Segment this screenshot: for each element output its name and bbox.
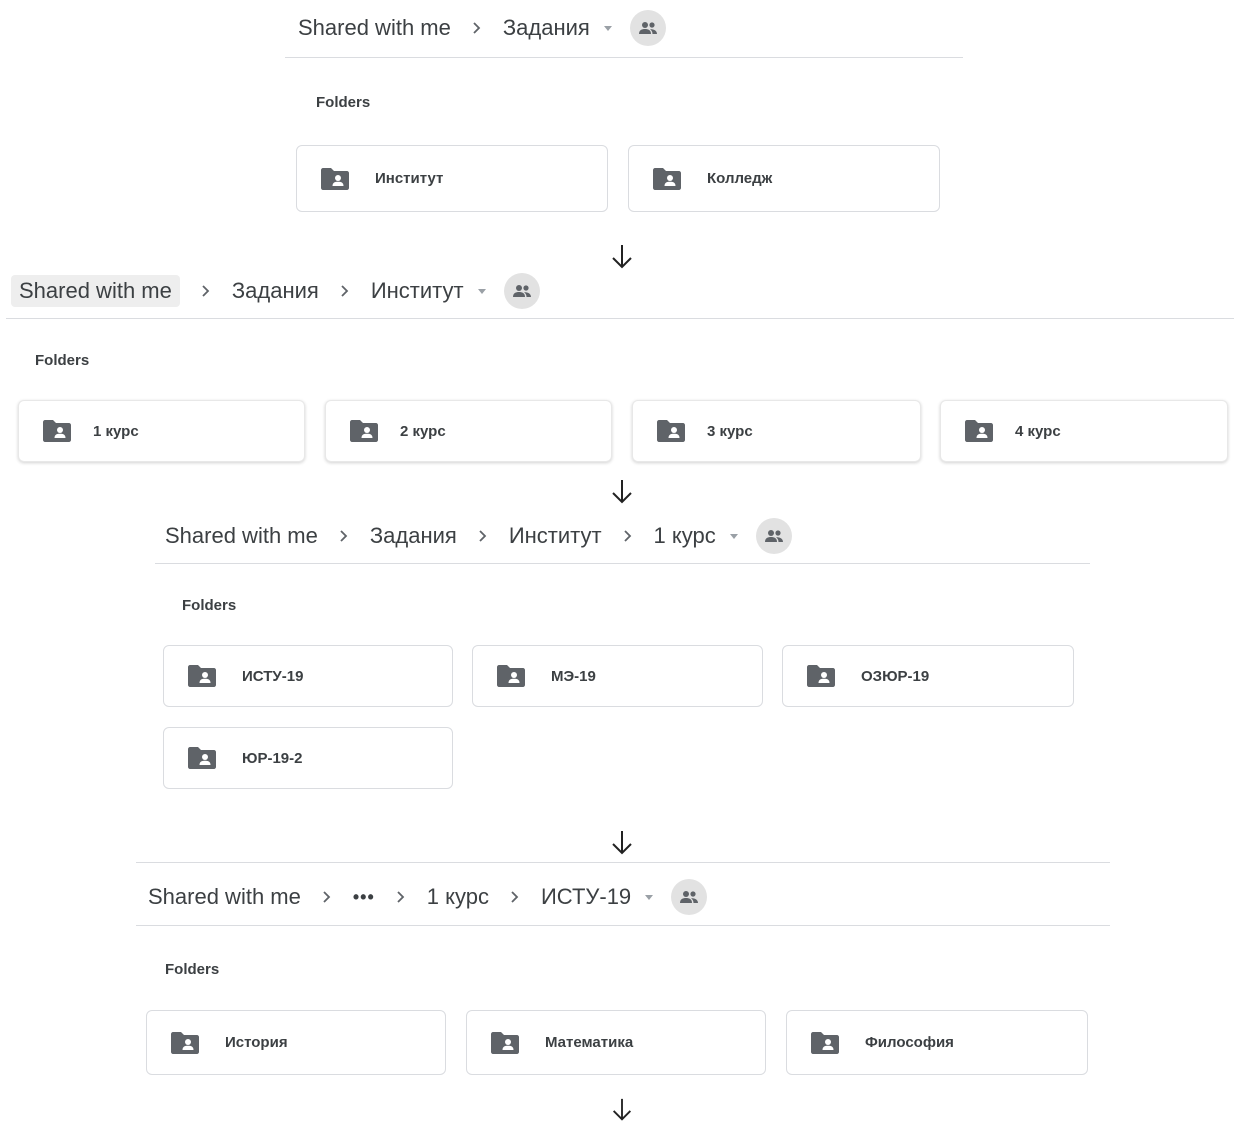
shared-folder-icon [497,665,525,687]
breadcrumb-item[interactable]: 1 курс [427,884,489,910]
shared-folder-icon [653,167,681,190]
shared-folder-icon [43,420,71,442]
breadcrumb: Shared with me Задания Институт 1 курс [165,518,792,554]
breadcrumb: Shared with me ••• 1 курс ИСТУ-19 [148,879,708,915]
shared-folder-icon [321,167,349,190]
folder-name: ЮР-19-2 [242,749,303,767]
breadcrumb-shared-with-me[interactable]: Shared with me [11,275,180,307]
folder-name: Институт [375,170,444,187]
chevron-right-icon [471,21,483,35]
folders-heading: Folders [182,597,237,614]
breadcrumb-current-folder[interactable]: Институт [371,278,464,304]
folder-card[interactable]: 1 курс [18,400,305,462]
dropdown-caret-icon[interactable] [477,288,486,294]
arrow-down-icon [612,480,632,504]
folder-name: История [225,1034,288,1051]
breadcrumb-current-folder[interactable]: ИСТУ-19 [541,884,631,910]
folder-card[interactable]: Математика [466,1010,766,1075]
breadcrumb-shared-with-me[interactable]: Shared with me [165,523,318,549]
shared-folder-icon [657,420,685,442]
folder-name: МЭ-19 [551,667,596,685]
folder-card[interactable]: Философия [786,1010,1088,1075]
dropdown-caret-icon[interactable] [645,894,654,900]
breadcrumb-item[interactable]: Институт [509,523,602,549]
breadcrumb-current-folder[interactable]: Задания [503,15,590,41]
arrow-down-icon [612,1098,632,1121]
folder-name: Философия [865,1034,954,1051]
breadcrumb-shared-with-me[interactable]: Shared with me [148,884,301,910]
folder-card[interactable]: 3 курс [632,400,921,462]
folder-name: 4 курс [1015,422,1061,440]
breadcrumb-current-folder[interactable]: 1 курс [654,523,716,549]
dropdown-caret-icon[interactable] [729,533,738,539]
breadcrumb: Shared with me Задания Институт [11,273,540,309]
chevron-right-icon [477,529,489,543]
folders-heading: Folders [316,94,371,111]
chevron-right-icon [338,529,350,543]
folder-card[interactable]: ИСТУ-19 [163,645,453,707]
people-icon[interactable] [671,879,708,915]
folder-card[interactable]: Колледж [628,145,940,212]
divider [155,563,1090,564]
shared-folder-icon [965,420,993,442]
chevron-right-icon [395,890,407,904]
people-icon[interactable] [629,10,666,46]
breadcrumb-item[interactable]: Задания [232,278,319,304]
folder-card[interactable]: ЮР-19-2 [163,727,453,789]
folder-name: ИСТУ-19 [242,667,304,685]
folder-name: 2 курс [400,422,446,440]
arrow-down-icon [612,831,632,855]
shared-folder-icon [811,1031,839,1054]
shared-folder-icon [491,1031,519,1054]
breadcrumb: Shared with me Задания [298,10,666,46]
divider [6,318,1234,319]
folder-name: Колледж [707,170,773,187]
divider [285,57,963,58]
chevron-right-icon [339,284,351,298]
breadcrumb-shared-with-me[interactable]: Shared with me [298,15,451,41]
arrow-down-icon [612,245,632,269]
folder-card[interactable]: МЭ-19 [472,645,763,707]
dropdown-caret-icon[interactable] [603,25,612,31]
folder-card[interactable]: Институт [296,145,608,212]
folder-name: 3 курс [707,422,753,440]
breadcrumb-overflow-menu[interactable]: ••• [353,887,375,908]
shared-folder-icon [188,747,216,769]
people-icon[interactable] [755,518,792,554]
breadcrumb-item[interactable]: Задания [370,523,457,549]
folder-name: ОЗЮР-19 [861,667,930,685]
shared-folder-icon [807,665,835,687]
folders-heading: Folders [165,961,220,978]
divider [136,925,1110,926]
chevron-right-icon [200,284,212,298]
shared-folder-icon [350,420,378,442]
folder-card[interactable]: История [146,1010,446,1075]
folder-card[interactable]: 2 курс [325,400,612,462]
folder-name: 1 курс [93,422,139,440]
folder-name: Математика [545,1034,634,1051]
divider [136,862,1110,863]
folders-heading: Folders [35,352,90,369]
people-icon[interactable] [503,273,540,309]
folder-card[interactable]: ОЗЮР-19 [782,645,1074,707]
chevron-right-icon [622,529,634,543]
shared-folder-icon [171,1031,199,1054]
folder-card[interactable]: 4 курс [940,400,1228,462]
shared-folder-icon [188,665,216,687]
chevron-right-icon [321,890,333,904]
chevron-right-icon [509,890,521,904]
